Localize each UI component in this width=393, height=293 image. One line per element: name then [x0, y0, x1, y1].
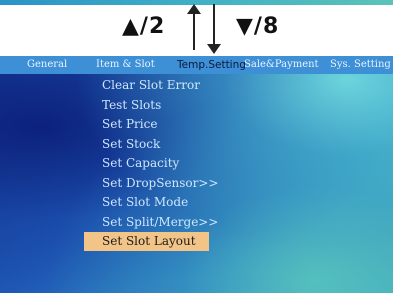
menu-item-set-stock[interactable]: Set Stock: [102, 135, 160, 154]
down-key-hint: ▼/8: [236, 14, 280, 39]
tab-sale-payment[interactable]: Sale&Payment: [244, 59, 319, 70]
up-arrow-icon: [187, 4, 201, 50]
tab-item-slot[interactable]: Item & Slot: [96, 59, 155, 70]
vending-menu-screen: General Item & Slot Temp.Setting Sale&Pa…: [0, 56, 393, 293]
tab-bar: General Item & Slot Temp.Setting Sale&Pa…: [0, 56, 393, 74]
menu-item-test-slots[interactable]: Test Slots: [102, 96, 161, 115]
menu-item-set-split-merge[interactable]: Set Split/Merge>>: [102, 213, 218, 232]
menu-item-set-dropsensor[interactable]: Set DropSensor>>: [102, 174, 219, 193]
menu-item-set-capacity[interactable]: Set Capacity: [102, 154, 179, 173]
down-arrow-icon: [207, 4, 221, 54]
menu-item-clear-slot-error[interactable]: Clear Slot Error: [102, 76, 200, 95]
menu-item-set-slot-mode[interactable]: Set Slot Mode: [102, 193, 188, 212]
tab-temp-setting[interactable]: Temp.Setting: [177, 59, 246, 71]
tab-general[interactable]: General: [27, 59, 67, 70]
menu-item-set-slot-layout[interactable]: Set Slot Layout: [84, 232, 209, 251]
tab-sys-setting[interactable]: Sys. Setting: [330, 59, 391, 70]
up-key-hint: ▲/2: [122, 14, 166, 39]
menu-item-set-price[interactable]: Set Price: [102, 115, 157, 134]
